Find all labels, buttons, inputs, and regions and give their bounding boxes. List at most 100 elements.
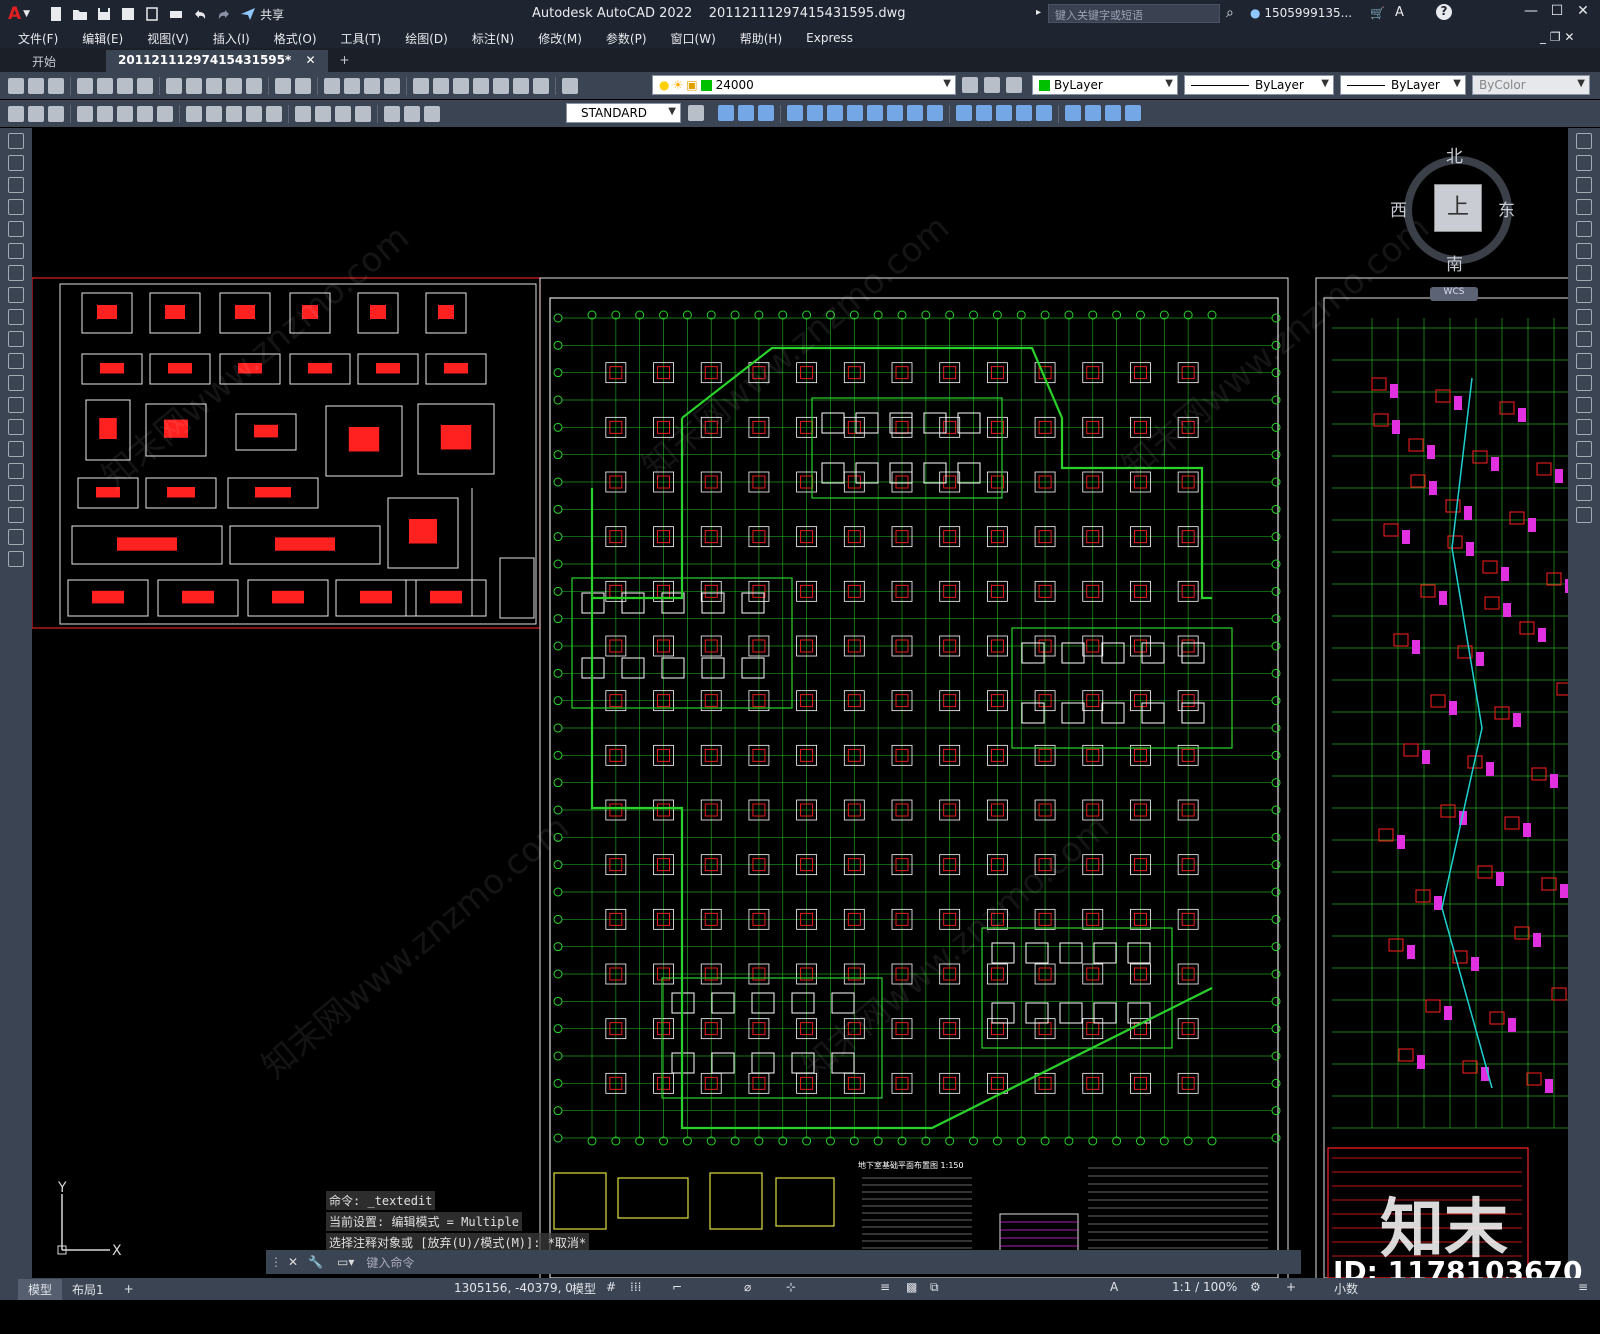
join-icon[interactable] — [1576, 419, 1592, 435]
menu-insert[interactable]: 插入(I) — [201, 30, 262, 47]
viewcube-west[interactable]: 西 — [1390, 196, 1407, 221]
extract-edges-icon[interactable] — [1065, 105, 1081, 121]
properties-icon[interactable] — [413, 77, 429, 94]
close-button[interactable]: ✕ — [1572, 3, 1594, 23]
extrude-faces-icon[interactable] — [787, 105, 803, 121]
cmd-recent-icon[interactable]: ▭▾ — [337, 1255, 354, 1269]
mtext-icon[interactable] — [8, 529, 24, 545]
explode-icon[interactable] — [1576, 507, 1592, 523]
copy-object-icon[interactable] — [1576, 155, 1592, 171]
tolerance-icon[interactable] — [295, 105, 311, 122]
dim-break-icon[interactable] — [266, 105, 282, 122]
tab-model[interactable]: 模型 — [18, 1278, 63, 1300]
share-label[interactable]: 共享 — [260, 6, 284, 23]
taper-faces-icon[interactable] — [887, 105, 903, 121]
viewcube[interactable]: 上 北 南 东 西 — [1390, 147, 1518, 275]
tab-document[interactable]: 20112111297415431595* ✕ — [106, 50, 328, 72]
center-mark-icon[interactable] — [315, 105, 331, 122]
a360-icon[interactable]: A — [1395, 5, 1404, 20]
check-icon[interactable] — [1036, 105, 1052, 121]
snap-icon[interactable]: ⁞⁞⁞ — [630, 1280, 641, 1294]
spline-icon[interactable] — [8, 309, 24, 325]
inspect-icon[interactable] — [335, 105, 351, 122]
doc-minimize-button[interactable]: _ ❐ ✕ — [1540, 30, 1574, 44]
viewcube-south[interactable]: 南 — [1446, 250, 1463, 275]
customize-icon[interactable]: ≡ — [1578, 1280, 1588, 1294]
tab-start[interactable]: 开始 — [0, 50, 106, 72]
osnap-icon[interactable]: ⊹ — [786, 1280, 796, 1294]
rotate-faces-icon[interactable] — [867, 105, 883, 121]
array-icon[interactable] — [1576, 221, 1592, 237]
make-current-layer-icon[interactable] — [962, 77, 978, 93]
coordinates-readout[interactable]: 1305156, -40379, 0 — [454, 1281, 573, 1295]
undo-tool-icon[interactable] — [275, 77, 291, 94]
cut-icon[interactable] — [166, 77, 182, 94]
region-icon[interactable] — [8, 485, 24, 501]
trim-icon[interactable] — [1576, 331, 1592, 347]
circle-icon[interactable] — [8, 265, 24, 281]
save-tool-icon[interactable] — [48, 77, 64, 94]
save-icon[interactable] — [95, 5, 113, 23]
polar-icon[interactable]: ⌀ — [744, 1280, 751, 1294]
layer-properties-icon[interactable] — [562, 77, 578, 94]
dim-linear-icon[interactable] — [8, 105, 24, 122]
markup-icon[interactable] — [493, 77, 509, 94]
copy-faces-icon[interactable] — [907, 105, 923, 121]
tab-close-icon[interactable]: ✕ — [305, 53, 315, 67]
add-layout-button[interactable]: + — [114, 1280, 144, 1298]
add-icon[interactable]: + — [1286, 1280, 1296, 1294]
clean-icon[interactable] — [976, 105, 992, 121]
ellipse-icon[interactable] — [8, 331, 24, 347]
revision-cloud-icon[interactable] — [8, 287, 24, 303]
arc-icon[interactable] — [8, 243, 24, 259]
dim-baseline-icon[interactable] — [206, 105, 222, 122]
zoom-window-icon[interactable] — [364, 77, 380, 94]
copy-icon[interactable] — [186, 77, 202, 94]
dim-ordinate-icon[interactable] — [77, 105, 93, 122]
menu-tools[interactable]: 工具(T) — [329, 30, 394, 47]
menu-window[interactable]: 窗口(W) — [659, 30, 728, 47]
menu-format[interactable]: 格式(O) — [262, 30, 329, 47]
units-readout[interactable]: 小数 — [1334, 1280, 1358, 1297]
search-icon[interactable]: ⌕ — [1226, 5, 1234, 21]
polyline-icon[interactable] — [8, 177, 24, 193]
app-menu-arrow-icon[interactable]: ▼ — [23, 9, 30, 19]
make-block-icon[interactable] — [8, 397, 24, 413]
redo-tool-icon[interactable] — [295, 77, 311, 94]
dim-aligned-icon[interactable] — [28, 105, 44, 122]
dim-text-edit-icon[interactable] — [404, 105, 420, 122]
separate-icon[interactable] — [996, 105, 1012, 121]
polygon-icon[interactable] — [8, 199, 24, 215]
user-account[interactable]: ● 1505999135... — [1250, 6, 1352, 20]
construction-line-icon[interactable] — [8, 155, 24, 171]
cmd-customize-icon[interactable]: 🔧 — [308, 1255, 323, 1269]
dim-update-icon[interactable] — [424, 105, 440, 122]
publish-tool-icon[interactable] — [117, 77, 133, 94]
hatch-icon[interactable] — [8, 441, 24, 457]
rotate-icon[interactable] — [1576, 265, 1592, 281]
share-icon[interactable] — [239, 5, 257, 23]
dim-arc-icon[interactable] — [48, 105, 64, 122]
menu-express[interactable]: Express — [794, 31, 865, 45]
delete-faces-icon[interactable] — [847, 105, 863, 121]
offset-icon[interactable] — [1576, 199, 1592, 215]
annotation-scale-icon[interactable]: A — [1110, 1280, 1118, 1294]
dim-space-icon[interactable] — [246, 105, 262, 122]
model-space-button[interactable]: 模型 — [572, 1280, 596, 1297]
viewcube-north[interactable]: 北 — [1446, 142, 1463, 167]
ellipse-arc-icon[interactable] — [8, 353, 24, 369]
break-point-icon[interactable] — [1576, 375, 1592, 391]
match-properties-icon[interactable] — [226, 77, 242, 94]
redo-icon[interactable] — [215, 5, 233, 23]
publish-icon[interactable] — [143, 5, 161, 23]
linetype-dropdown[interactable]: ByLayer ▼ — [1184, 75, 1334, 95]
settings-gear-icon[interactable]: ⚙ — [1250, 1280, 1261, 1294]
extend-icon[interactable] — [1576, 353, 1592, 369]
shell-icon[interactable] — [1016, 105, 1032, 121]
cmd-grip-icon[interactable]: ⋮ — [270, 1255, 282, 1269]
tool-palettes-icon[interactable] — [453, 77, 469, 94]
color-faces-icon[interactable] — [927, 105, 943, 121]
menu-modify[interactable]: 修改(M) — [526, 30, 594, 47]
point-icon[interactable] — [8, 419, 24, 435]
lineweight-dropdown[interactable]: ByLayer ▼ — [1340, 75, 1466, 95]
